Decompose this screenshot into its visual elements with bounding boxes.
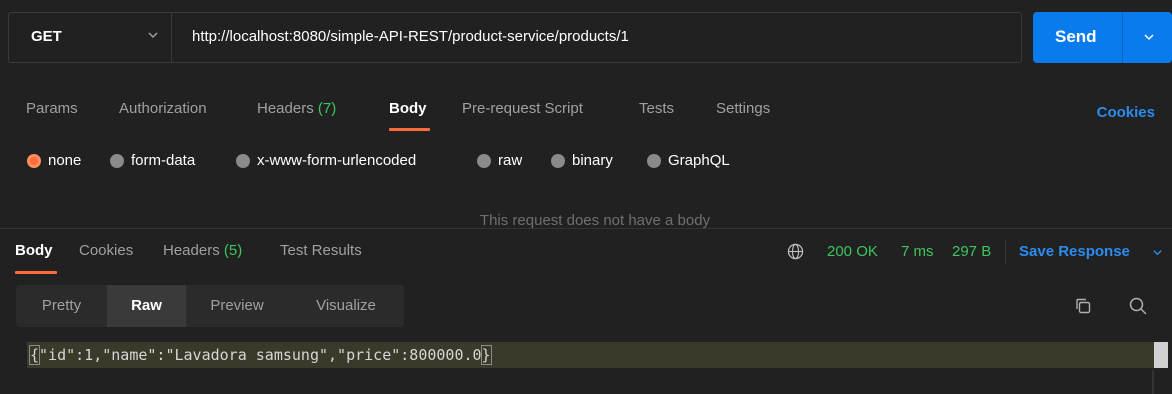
chevron-down-icon xyxy=(148,32,158,39)
radio-dot xyxy=(236,153,250,168)
radio-label: none xyxy=(48,152,82,169)
response-body-content: "id":1,"name":"Lavadora samsung","price"… xyxy=(39,346,482,364)
chevron-down-icon[interactable] xyxy=(1152,247,1163,258)
tab-headers[interactable]: Headers (7) xyxy=(257,100,336,117)
response-time[interactable]: 7 ms xyxy=(901,243,934,260)
response-body-editor[interactable]: {"id":1,"name":"Lavadora samsung","price… xyxy=(16,342,1156,394)
body-type-group: none form-data x-www-form-urlencoded raw… xyxy=(0,152,1172,174)
response-tab-headers[interactable]: Headers (5) xyxy=(163,242,242,259)
radio-x-www-form-urlencoded[interactable]: x-www-form-urlencoded xyxy=(236,152,416,169)
response-view-tabs: Pretty Raw Preview Visualize xyxy=(16,285,404,327)
tab-pre-request-script[interactable]: Pre-request Script xyxy=(462,100,583,117)
search-icon[interactable] xyxy=(1128,296,1148,316)
tab-tests[interactable]: Tests xyxy=(639,100,674,117)
status-code[interactable]: 200 OK xyxy=(827,243,878,260)
cookies-link[interactable]: Cookies xyxy=(1097,104,1155,121)
method-label: GET xyxy=(31,28,62,45)
view-tab-raw[interactable]: Raw xyxy=(107,285,186,327)
active-tab-underline xyxy=(389,128,430,131)
copy-icon[interactable] xyxy=(1074,297,1092,315)
radio-graphql[interactable]: GraphQL xyxy=(647,152,730,169)
response-tab-body[interactable]: Body xyxy=(15,242,53,259)
tab-settings[interactable]: Settings xyxy=(716,100,770,117)
chevron-down-icon[interactable] xyxy=(1143,31,1155,43)
tab-body[interactable]: Body xyxy=(389,100,427,117)
radio-form-data[interactable]: form-data xyxy=(110,152,195,169)
radio-binary[interactable]: binary xyxy=(551,152,613,169)
response-tab-headers-label: Headers xyxy=(163,242,220,259)
no-body-message: This request does not have a body xyxy=(0,212,1172,228)
url-input[interactable]: http://localhost:8080/simple-API-REST/pr… xyxy=(192,28,629,45)
method-select[interactable]: GET xyxy=(9,13,172,62)
close-brace: } xyxy=(480,345,492,365)
response-size[interactable]: 297 B xyxy=(952,243,991,260)
response-tab-headers-count: (5) xyxy=(223,242,243,259)
response-tabs: Body Cookies Headers (5) Test Results xyxy=(0,242,1172,274)
url-bar: GET http://localhost:8080/simple-API-RES… xyxy=(8,12,1022,63)
globe-icon[interactable] xyxy=(787,243,804,260)
editor-scrollbar[interactable] xyxy=(1152,370,1154,394)
pane-divider[interactable] xyxy=(0,228,1172,229)
radio-dot xyxy=(27,153,41,168)
radio-dot xyxy=(647,153,661,168)
radio-label: x-www-form-urlencoded xyxy=(257,152,417,169)
active-response-tab-underline xyxy=(15,271,57,274)
radio-label: binary xyxy=(572,152,613,169)
radio-label: raw xyxy=(498,152,523,169)
send-divider xyxy=(1122,12,1123,63)
tab-authorization[interactable]: Authorization xyxy=(119,100,207,117)
response-tab-cookies[interactable]: Cookies xyxy=(79,242,133,259)
radio-dot xyxy=(110,153,124,168)
view-tab-preview[interactable]: Preview xyxy=(186,285,288,327)
send-button[interactable]: Send xyxy=(1033,12,1172,63)
open-brace: { xyxy=(28,345,41,365)
tab-headers-count: (7) xyxy=(317,100,337,117)
tab-headers-label: Headers xyxy=(257,100,314,117)
radio-none[interactable]: none xyxy=(27,152,81,169)
text-cursor xyxy=(1154,342,1168,368)
radio-label: GraphQL xyxy=(668,152,730,169)
radio-label: form-data xyxy=(131,152,196,169)
response-tab-test-results[interactable]: Test Results xyxy=(280,242,362,259)
radio-dot xyxy=(551,153,565,168)
radio-raw[interactable]: raw xyxy=(477,152,522,169)
response-body-text[interactable]: {"id":1,"name":"Lavadora samsung","price… xyxy=(28,345,492,365)
view-tab-pretty[interactable]: Pretty xyxy=(16,285,107,327)
save-response-button[interactable]: Save Response xyxy=(1019,243,1130,260)
tab-params[interactable]: Params xyxy=(26,100,78,117)
no-body-text: This request does not have a body xyxy=(479,212,711,228)
radio-dot xyxy=(477,153,491,168)
send-label: Send xyxy=(1055,27,1097,46)
meta-divider xyxy=(1005,240,1006,264)
view-tab-visualize[interactable]: Visualize xyxy=(288,285,404,327)
request-tabs: Params Authorization Headers (7) Body Pr… xyxy=(0,100,1172,131)
